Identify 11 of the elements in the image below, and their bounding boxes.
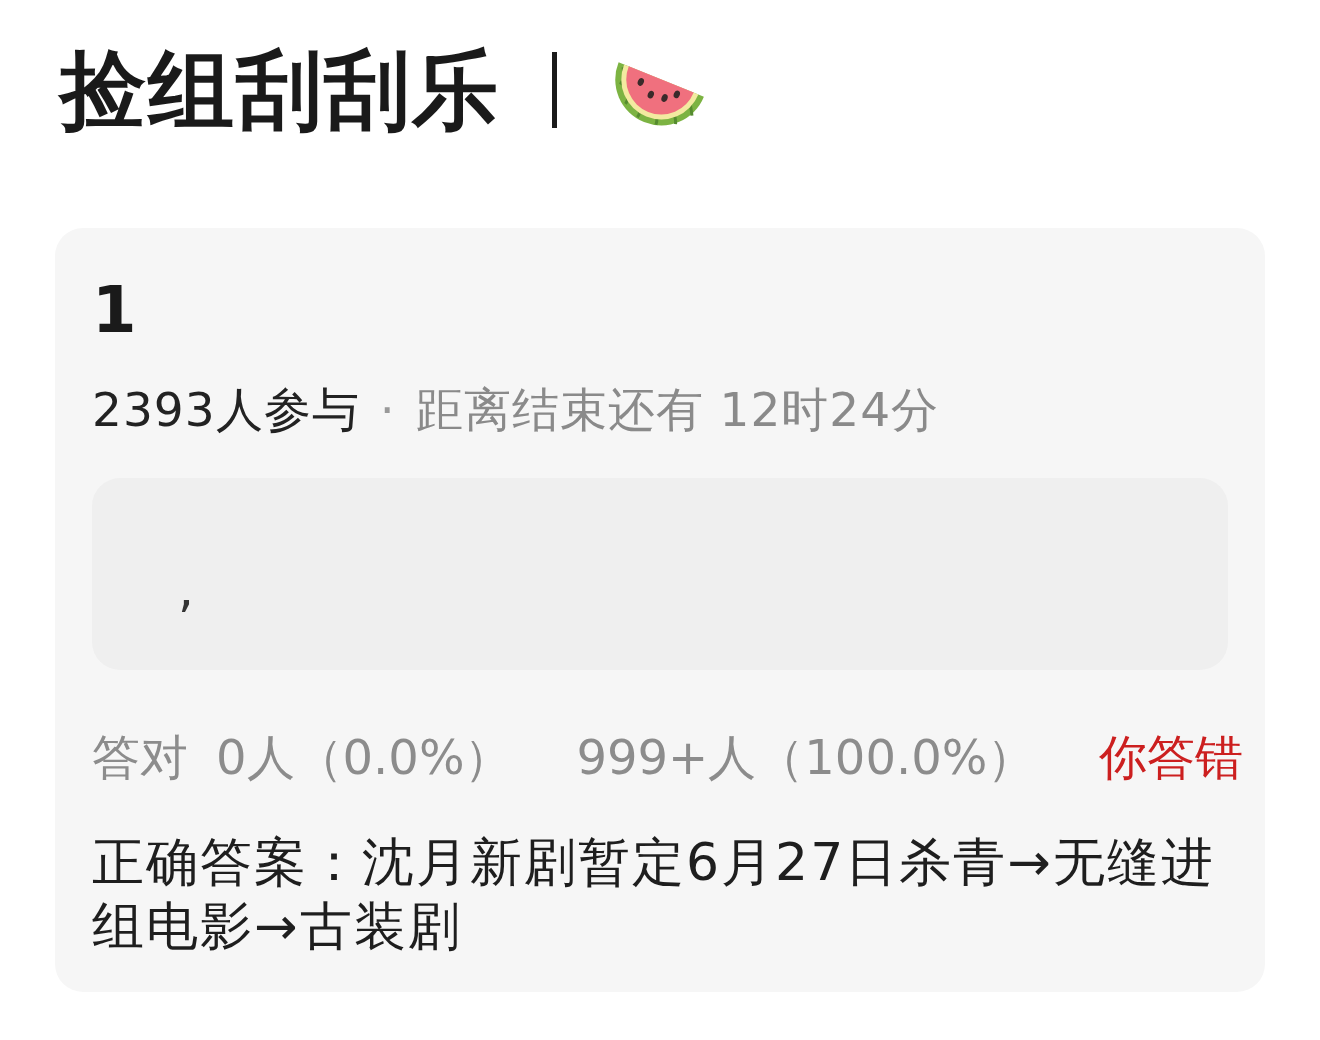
separator-dot: · <box>379 381 396 439</box>
page-title: 捡组刮刮乐 <box>60 40 500 140</box>
participant-count: 2393人参与 <box>92 381 360 439</box>
stat-label: 答对 <box>92 728 188 787</box>
countdown-text: 距离结束还有 12时24分 <box>415 381 940 439</box>
content-text: , <box>178 559 194 620</box>
question-number: 1 <box>92 272 138 348</box>
stat-count: 0人（0.0%） <box>216 728 513 787</box>
answer-text: 正确答案：沈月新剧暂定6月27日杀青→无缝进组电影→古装剧 <box>92 831 1216 958</box>
stat-count: 999+人（100.0%） <box>576 728 1036 787</box>
result-text: 你答错 <box>1099 728 1244 787</box>
